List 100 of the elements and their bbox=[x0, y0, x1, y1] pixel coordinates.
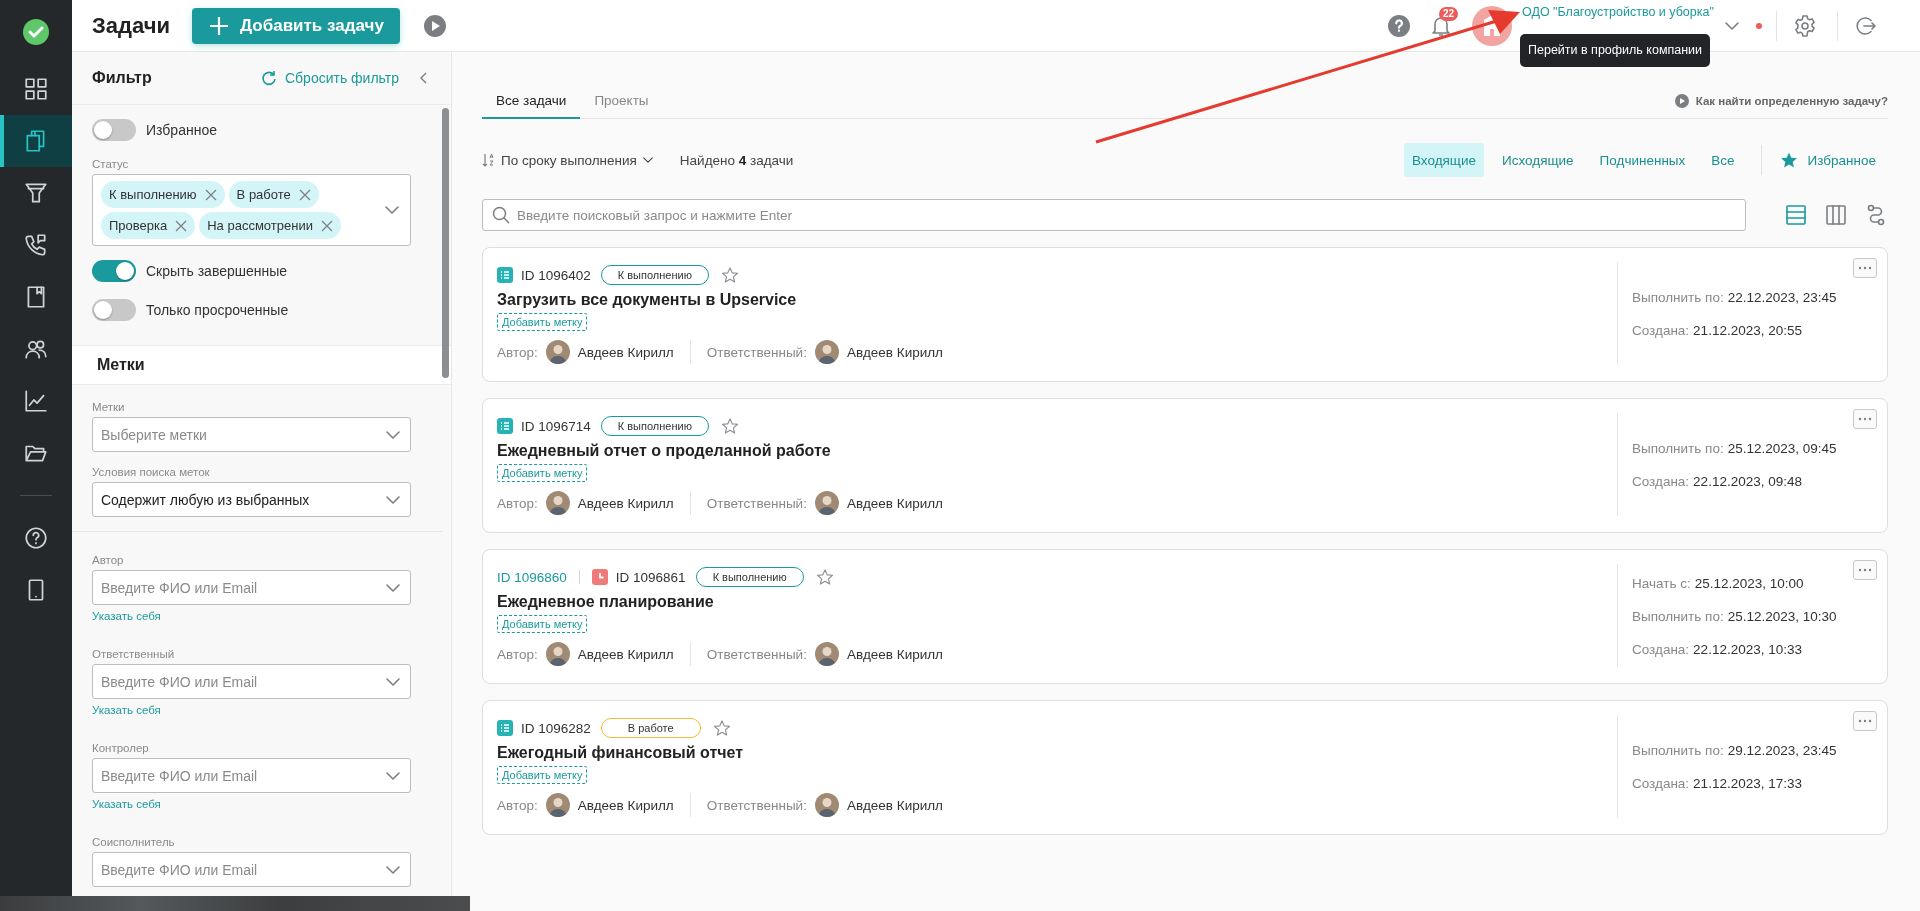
tab[interactable]: Проекты bbox=[580, 83, 663, 119]
date-value: 21.12.2023, 17:33 bbox=[1693, 776, 1802, 791]
list-view-icon[interactable] bbox=[1784, 203, 1808, 227]
responsible-label: Ответственный: bbox=[706, 797, 807, 813]
columns-view-icon[interactable] bbox=[1824, 203, 1848, 227]
author-label: Автор: bbox=[497, 495, 538, 511]
chevron-down-icon bbox=[385, 675, 401, 689]
more-button[interactable] bbox=[1853, 409, 1877, 429]
status-chip[interactable]: В работе bbox=[228, 181, 319, 208]
search-field[interactable]: Введите поисковый запрос и нажмите Enter bbox=[482, 199, 1746, 231]
filter-tab[interactable]: Подчиненных bbox=[1591, 143, 1694, 177]
sort-dropdown[interactable]: По сроку выполнения bbox=[482, 152, 654, 168]
date-value: 25.12.2023, 09:45 bbox=[1727, 441, 1837, 456]
star-icon[interactable] bbox=[712, 719, 731, 737]
status-select[interactable]: К выполнению В работе Проверка На рассмотрении bbox=[92, 174, 411, 246]
dashboard-icon[interactable] bbox=[23, 76, 49, 102]
task-type-icon bbox=[497, 267, 513, 283]
assign-self-link[interactable]: Указать себя bbox=[92, 704, 161, 716]
responsible-label: Ответственный: bbox=[706, 495, 807, 511]
task-card[interactable]: ID 1096714 К выполнению Ежедневный отчет о проделанной работе Добавить метку Автор: Авдеев Кирилл Ответственный: Авдеев Кирилл Выполнить по: 25.12.2023, 09:45 Создана: 22.12.2023, 09:48 bbox=[482, 398, 1888, 533]
task-title[interactable]: Ежедневное планирование bbox=[497, 593, 1617, 611]
date-value: 29.12.2023, 23:45 bbox=[1727, 743, 1837, 758]
date-label: Создана: bbox=[1632, 474, 1690, 489]
phone-icon[interactable] bbox=[23, 232, 49, 258]
play-icon[interactable] bbox=[423, 14, 446, 37]
date-label: Начать с: bbox=[1632, 575, 1691, 591]
more-button[interactable] bbox=[1853, 560, 1877, 580]
author-name: Авдеев Кирилл bbox=[577, 797, 674, 813]
star-icon[interactable] bbox=[720, 417, 739, 435]
tooltip: Перейти в профиль компании bbox=[1520, 34, 1711, 67]
remove-icon[interactable] bbox=[175, 219, 188, 232]
author-name: Авдеев Кирилл bbox=[577, 495, 674, 511]
notification-badge: 22 bbox=[1439, 6, 1459, 21]
select-field[interactable]: Выберите метки bbox=[92, 417, 411, 452]
task-title[interactable]: Ежедневный отчет о проделанной работе bbox=[497, 442, 1617, 460]
toggle-switch[interactable] bbox=[92, 119, 136, 141]
avatar-icon bbox=[814, 340, 839, 364]
more-button[interactable] bbox=[1853, 258, 1877, 278]
task-title[interactable]: Ежегодный финансовый отчет bbox=[497, 744, 1617, 762]
filter-tab[interactable]: Входящие bbox=[1404, 143, 1484, 177]
field-label: Метки bbox=[92, 401, 126, 413]
found-count: Найдено 4 задачи bbox=[679, 152, 794, 168]
status-chip[interactable]: Проверка bbox=[101, 212, 196, 239]
select-field[interactable]: Введите ФИО или Email bbox=[92, 852, 411, 887]
select-field[interactable]: Содержит любую из выбранных bbox=[92, 482, 411, 517]
add-tag-button[interactable]: Добавить метку bbox=[497, 615, 588, 633]
task-title[interactable]: Загрузить все документы в Upservice bbox=[497, 291, 1617, 309]
select-field[interactable]: Введите ФИО или Email bbox=[92, 758, 411, 793]
add-task-button[interactable]: Добавить задачу bbox=[191, 7, 400, 44]
chart-icon[interactable] bbox=[23, 388, 49, 414]
tab[interactable]: Все задачи bbox=[482, 83, 581, 119]
status-chip[interactable]: К выполнению bbox=[101, 181, 225, 208]
date-value: 22.12.2023, 10:33 bbox=[1693, 641, 1802, 657]
assign-self-link[interactable]: Указать себя bbox=[92, 798, 161, 810]
select-field[interactable]: Введите ФИО или Email bbox=[92, 570, 411, 605]
star-icon[interactable] bbox=[720, 266, 739, 284]
assign-self-link[interactable]: Указать себя bbox=[92, 610, 161, 622]
parent-task-link[interactable]: ID 1096860 bbox=[497, 569, 567, 585]
task-card[interactable]: ID 1096282 В работе Ежегодный финансовый отчет Добавить метку Автор: Авдеев Кирилл Ответственный: Авдеев Кирилл Выполнить по: 29.12.2023, 23:45 Создана: 21.12.2023, 17:33 bbox=[482, 700, 1888, 835]
help-icon[interactable] bbox=[23, 525, 49, 551]
add-tag-button[interactable]: Добавить метку bbox=[497, 766, 588, 784]
toggle-switch[interactable] bbox=[92, 260, 136, 282]
remove-icon[interactable] bbox=[320, 219, 333, 232]
chevron-down-icon bbox=[385, 428, 401, 442]
scrollbar-thumb[interactable] bbox=[442, 108, 449, 378]
avatar-icon bbox=[545, 642, 570, 666]
more-icon bbox=[1858, 568, 1872, 572]
task-card[interactable] bbox=[482, 549, 1888, 684]
page-title: Задачи bbox=[92, 12, 170, 39]
responsible-label: Ответственный: bbox=[706, 344, 807, 360]
help-link[interactable]: Как найти определенную задачу? bbox=[1674, 93, 1888, 108]
more-icon bbox=[1858, 266, 1872, 270]
toggle-label: Скрыть завершенные bbox=[146, 263, 288, 279]
favorites-button[interactable]: Избранное bbox=[1779, 151, 1876, 169]
date-value: 25.12.2023, 10:00 bbox=[1694, 575, 1804, 591]
filter-tab[interactable]: Все bbox=[1703, 143, 1743, 177]
field-label: Ответственный bbox=[92, 648, 176, 660]
star-icon[interactable] bbox=[815, 568, 834, 586]
chevron-down-icon bbox=[385, 581, 401, 595]
chevron-down-icon bbox=[385, 769, 401, 783]
remove-icon[interactable] bbox=[204, 188, 217, 201]
more-icon bbox=[1858, 417, 1872, 421]
funnel-icon[interactable] bbox=[23, 180, 49, 206]
remove-icon[interactable] bbox=[298, 188, 311, 201]
more-button[interactable] bbox=[1853, 711, 1877, 731]
add-tag-button[interactable]: Добавить метку bbox=[497, 464, 588, 482]
toggle-switch[interactable] bbox=[92, 299, 136, 321]
add-tag-button[interactable]: Добавить метку bbox=[497, 313, 588, 331]
task-type-icon bbox=[497, 720, 513, 736]
task-card[interactable]: ID 1096402 К выполнению Загрузить все документы в Upservice Добавить метку Автор: Авдеев Кирилл Ответственный: Авдеев Кирилл Выполнить по: 22.12.2023, 23:45 Создана: 21.12.2023, 20:55 bbox=[482, 247, 1888, 382]
field-label: Статус bbox=[92, 158, 130, 170]
company-link[interactable]: ОДО "Благоустройство и уборка" bbox=[1522, 4, 1714, 21]
date-label: Выполнить по: bbox=[1632, 743, 1724, 758]
avatar-icon bbox=[545, 340, 570, 364]
status-chip[interactable]: На рассмотрении bbox=[199, 212, 341, 239]
author-name: Авдеев Кирилл bbox=[577, 646, 674, 662]
reset-filter-link[interactable]: Сбросить фильтр bbox=[260, 70, 399, 86]
select-field[interactable]: Введите ФИО или Email bbox=[92, 664, 411, 699]
filter-tab[interactable]: Исходящие bbox=[1494, 143, 1582, 177]
settings-icon[interactable] bbox=[1793, 13, 1817, 38]
